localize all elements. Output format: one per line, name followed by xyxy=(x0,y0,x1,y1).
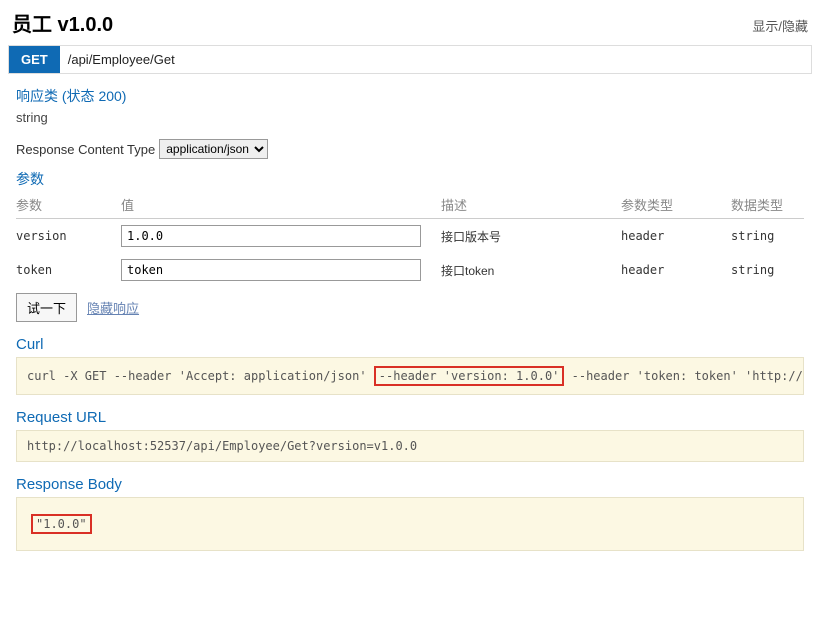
hide-response-link[interactable]: 隐藏响应 xyxy=(87,298,139,317)
operation-row[interactable]: GET /api/Employee/Get xyxy=(8,45,812,74)
curl-box[interactable]: curl -X GET --header 'Accept: applicatio… xyxy=(16,357,804,395)
col-header-ptype: 参数类型 xyxy=(621,191,731,219)
http-method-badge: GET xyxy=(9,46,60,73)
response-class-type: string xyxy=(16,110,804,125)
curl-post: --header 'token: token' 'http://local xyxy=(564,369,804,383)
param-value-input[interactable] xyxy=(121,259,421,281)
try-it-button[interactable]: 试一下 xyxy=(16,293,77,322)
param-name: version xyxy=(16,219,121,254)
response-body-label: Response Body xyxy=(16,476,804,493)
toggle-link[interactable]: 显示/隐藏 xyxy=(752,16,808,35)
api-title: 员工 v1.0.0 xyxy=(12,8,113,37)
endpoint-path: /api/Employee/Get xyxy=(60,46,811,73)
content-type-select[interactable]: application/json xyxy=(159,139,268,159)
params-section-label: 参数 xyxy=(16,169,804,189)
operation-panel: 响应类 (状态 200) string Response Content Typ… xyxy=(0,74,820,555)
col-header-name: 参数 xyxy=(16,191,121,219)
content-type-label: Response Content Type xyxy=(16,142,155,157)
api-header: 员工 v1.0.0 显示/隐藏 xyxy=(0,0,820,41)
request-url-label: Request URL xyxy=(16,409,804,426)
curl-pre: curl -X GET --header 'Accept: applicatio… xyxy=(27,369,374,383)
response-body-box: "1.0.0" xyxy=(16,497,804,551)
param-desc: 接口token xyxy=(441,253,621,287)
response-body-value: "1.0.0" xyxy=(31,514,92,534)
param-dtype: string xyxy=(731,253,804,287)
col-header-value: 值 xyxy=(121,191,441,219)
table-row: version 接口版本号 header string xyxy=(16,219,804,254)
params-table: 参数 值 描述 参数类型 数据类型 version 接口版本号 header s… xyxy=(16,191,804,287)
param-desc: 接口版本号 xyxy=(441,219,621,254)
param-dtype: string xyxy=(731,219,804,254)
request-url-box: http://localhost:52537/api/Employee/Get?… xyxy=(16,430,804,462)
param-name: token xyxy=(16,253,121,287)
param-type: header xyxy=(621,253,731,287)
curl-label: Curl xyxy=(16,336,804,353)
table-row: token 接口token header string xyxy=(16,253,804,287)
param-value-input[interactable] xyxy=(121,225,421,247)
col-header-dtype: 数据类型 xyxy=(731,191,804,219)
response-class-label: 响应类 (状态 200) xyxy=(16,86,804,106)
curl-highlight: --header 'version: 1.0.0' xyxy=(374,366,565,386)
param-type: header xyxy=(621,219,731,254)
col-header-desc: 描述 xyxy=(441,191,621,219)
